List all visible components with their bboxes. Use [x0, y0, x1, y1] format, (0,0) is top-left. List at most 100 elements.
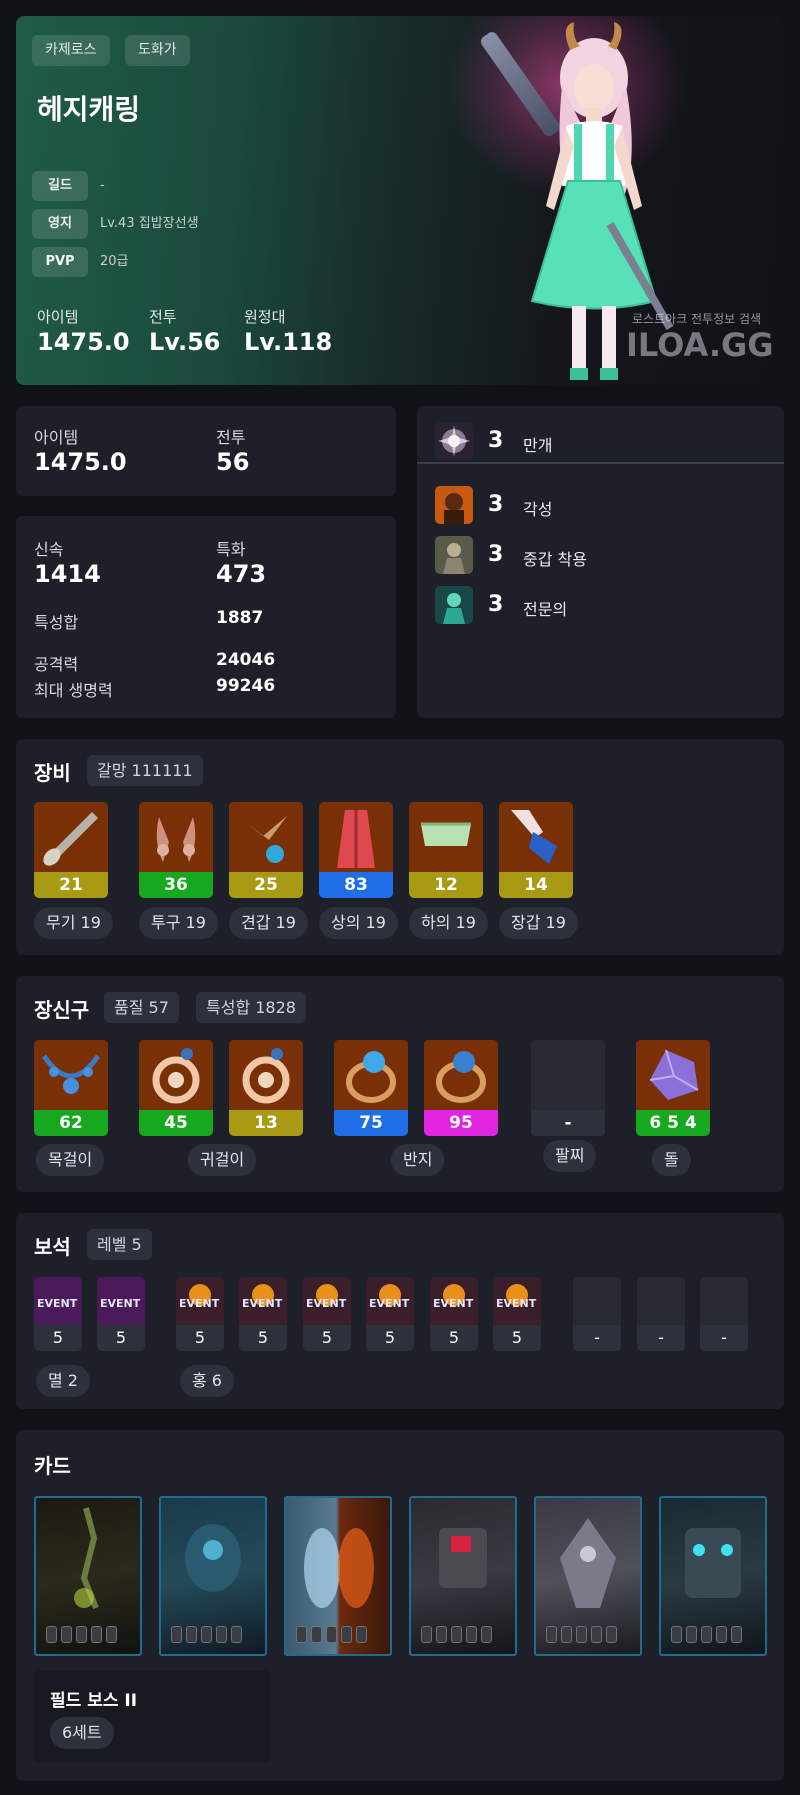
empty-gem-slot[interactable]: - — [637, 1277, 685, 1351]
swiftness-label: 신속 — [34, 540, 64, 559]
engraving-row[interactable]: 3 중갑 착용 — [435, 536, 775, 574]
gem-level: 5 — [303, 1325, 351, 1351]
empty-gem-icon — [573, 1277, 621, 1325]
max-hp-label: 최대 생명력 — [34, 681, 113, 700]
item-level-value: 1475.0 — [37, 328, 130, 356]
card-awakening-gauge — [46, 1626, 121, 1644]
ring-quality: 75 — [334, 1110, 408, 1136]
combat-level-value: Lv.56 — [149, 328, 221, 356]
event-mark: EVENT — [306, 1297, 347, 1310]
card-awakening-gauge — [171, 1626, 246, 1644]
accessories-title: 장신구 — [34, 998, 90, 1022]
estate-tag: 영지 — [32, 209, 88, 239]
empty-gem-slot[interactable]: - — [700, 1277, 748, 1351]
annihilation-gem-icon: EVENT — [34, 1277, 82, 1325]
card-slot[interactable] — [159, 1496, 267, 1656]
gloves-quality: 14 — [499, 872, 573, 898]
shoulder-slot[interactable]: 25 — [229, 802, 303, 898]
pants-slot[interactable]: 12 — [409, 802, 483, 898]
ring-slot-2[interactable]: 95 — [424, 1040, 498, 1136]
shoulder-icon — [229, 802, 303, 872]
ability-stone-icon — [636, 1040, 710, 1110]
bracelet-slot[interactable]: - — [531, 1040, 605, 1136]
crimson-gem[interactable]: EVENT 5 — [366, 1277, 414, 1351]
chest-slot[interactable]: 83 — [319, 802, 393, 898]
earring-slot-2[interactable]: 13 — [229, 1040, 303, 1136]
empty-gem-slot[interactable]: - — [573, 1277, 621, 1351]
crimson-gem[interactable]: EVENT 5 — [176, 1277, 224, 1351]
card-slot[interactable] — [659, 1496, 767, 1656]
specialist-engraving-icon — [435, 586, 473, 624]
necklace-slot[interactable]: 62 — [34, 1040, 108, 1136]
summary-card: 아이템 1475.0 전투 56 — [16, 406, 396, 496]
combat-level-label: 전투 — [149, 308, 177, 326]
ring-icon — [334, 1040, 408, 1110]
card-slot[interactable] — [284, 1496, 392, 1656]
stone-slot[interactable]: 6 5 4 — [636, 1040, 710, 1136]
ark-passive-level: 3 — [488, 428, 504, 453]
event-mark: EVENT — [242, 1297, 283, 1310]
cards-title: 카드 — [34, 1454, 71, 1478]
ring-slot-1[interactable]: 75 — [334, 1040, 408, 1136]
engraving-name: 각성 — [523, 500, 553, 519]
crimson-gem[interactable]: EVENT 5 — [493, 1277, 541, 1351]
crimson-gem-icon: EVENT — [366, 1277, 414, 1325]
helmet-slot[interactable]: 36 — [139, 802, 213, 898]
crimson-gem[interactable]: EVENT 5 — [303, 1277, 351, 1351]
event-mark: EVENT — [433, 1297, 474, 1310]
expedition-level-label: 원정대 — [244, 308, 286, 326]
max-hp-value: 99246 — [216, 676, 276, 696]
engraving-divider — [417, 462, 784, 464]
helmet-label: 투구 19 — [139, 907, 218, 939]
engraving-row[interactable]: 3 각성 — [435, 486, 775, 524]
card-slot[interactable] — [409, 1496, 517, 1656]
accessory-stat-badge: 특성합 1828 — [196, 992, 306, 1023]
crimson-gem-icon: EVENT — [430, 1277, 478, 1325]
gloves-slot[interactable]: 14 — [499, 802, 573, 898]
card-awakening-gauge — [421, 1626, 496, 1644]
pants-icon — [409, 802, 483, 872]
gem-level: 5 — [366, 1325, 414, 1351]
gloves-icon — [499, 802, 573, 872]
chest-quality: 83 — [319, 872, 393, 898]
engraving-level: 3 — [488, 542, 504, 567]
pvp-tag: PVP — [32, 247, 88, 277]
swiftness-value: 1414 — [34, 560, 101, 588]
crimson-gem[interactable]: EVENT 5 — [239, 1277, 287, 1351]
earring-slot-1[interactable]: 45 — [139, 1040, 213, 1136]
tempering-badge: 갈망 111111 — [87, 755, 203, 786]
annihilation-gem[interactable]: EVENT 5 — [97, 1277, 145, 1351]
server-chip[interactable]: 카제로스 — [32, 35, 110, 66]
weapon-slot[interactable]: 21 — [34, 802, 108, 898]
engraving-row[interactable]: 3 전문의 — [435, 586, 775, 624]
character-header: 카제로스 도화가 헤지캐링 길드 - 영지 Lv.43 집밥장선생 PVP 20… — [16, 16, 783, 385]
crimson-gem-icon: EVENT — [493, 1277, 541, 1325]
engraving-level: 3 — [488, 492, 504, 517]
card-slot[interactable] — [34, 1496, 142, 1656]
total-stat-value: 1887 — [216, 608, 264, 628]
summary-item-value: 1475.0 — [34, 448, 127, 476]
weapon-label: 무기 19 — [34, 907, 113, 939]
helmet-quality: 36 — [139, 872, 213, 898]
earring-label: 귀걸이 — [188, 1144, 257, 1176]
chest-icon — [319, 802, 393, 872]
empty-gem-icon — [637, 1277, 685, 1325]
attack-value: 24046 — [216, 650, 276, 670]
gem-level: 5 — [34, 1325, 82, 1351]
card-set-count: 6세트 — [50, 1717, 114, 1749]
gem-level: 5 — [239, 1325, 287, 1351]
card-slot[interactable] — [534, 1496, 642, 1656]
class-chip[interactable]: 도화가 — [125, 35, 190, 66]
ring-quality: 95 — [424, 1110, 498, 1136]
guild-value: - — [100, 178, 105, 193]
card-awakening-gauge — [546, 1626, 621, 1644]
total-stat-label: 특성합 — [34, 613, 79, 632]
crimson-gem[interactable]: EVENT 5 — [430, 1277, 478, 1351]
expedition-level-value: Lv.118 — [244, 328, 333, 356]
specialization-label: 특화 — [216, 540, 246, 559]
annihilation-gem[interactable]: EVENT 5 — [34, 1277, 82, 1351]
specialization-value: 473 — [216, 560, 267, 588]
ark-passive-row[interactable]: 3 만개 — [435, 422, 775, 460]
bracelet-label: 팔찌 — [543, 1140, 597, 1172]
event-mark: EVENT — [100, 1297, 141, 1310]
